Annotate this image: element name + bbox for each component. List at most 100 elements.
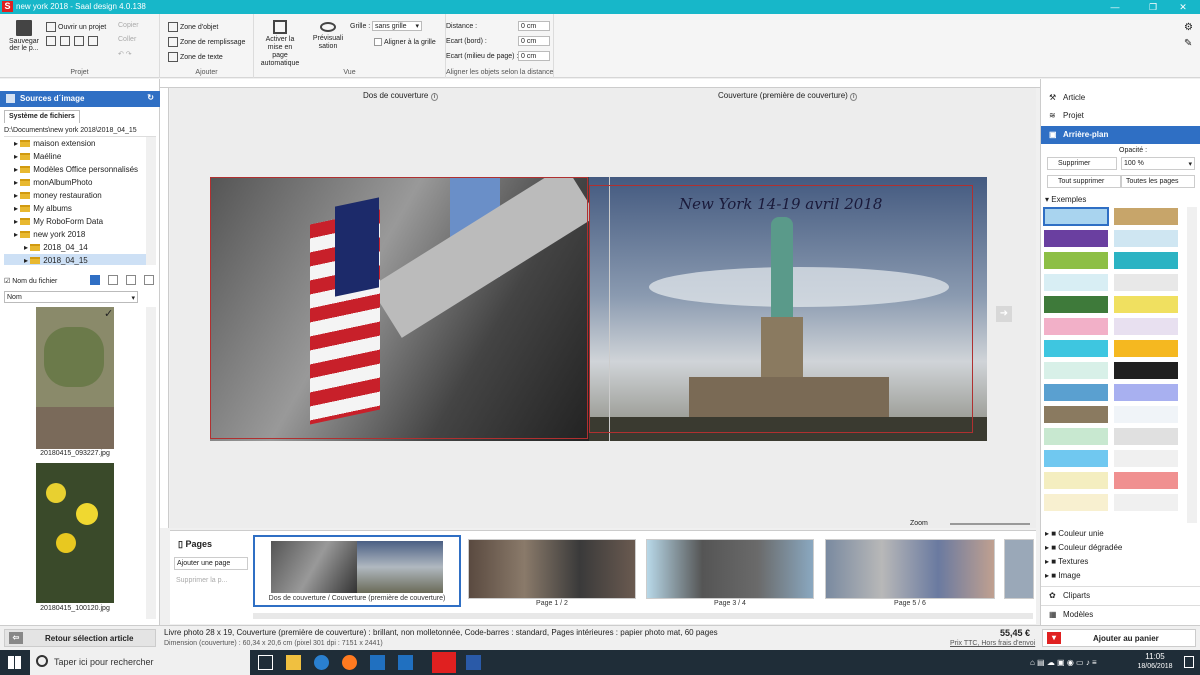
edge-browser-icon[interactable] — [314, 655, 329, 670]
background-swatch[interactable] — [1113, 405, 1179, 424]
view-grid-icon[interactable] — [108, 275, 118, 285]
next-page-arrow-icon[interactable]: ➜ — [996, 306, 1012, 322]
background-swatch[interactable] — [1113, 317, 1179, 336]
outlook-icon[interactable] — [398, 655, 413, 670]
delete-page-button[interactable]: Supprimer la p... — [174, 575, 248, 588]
back-cover-photo[interactable] — [210, 177, 589, 441]
saal-design-icon[interactable] — [432, 652, 456, 673]
undo-redo-buttons[interactable]: ↶ ↷ — [118, 50, 132, 58]
info-icon[interactable]: i — [430, 93, 438, 101]
view-large-icon[interactable] — [90, 275, 100, 285]
tree-scrollbar[interactable] — [146, 137, 156, 265]
background-swatch[interactable] — [1043, 493, 1109, 512]
background-swatch[interactable] — [1043, 207, 1109, 226]
background-swatch[interactable] — [1113, 449, 1179, 468]
info-icon[interactable]: i — [850, 93, 858, 101]
file-explorer-icon[interactable] — [286, 655, 301, 670]
pages-scrollbar[interactable] — [253, 613, 1033, 619]
projet-item[interactable]: ≋ Projet — [1041, 107, 1200, 125]
background-swatch[interactable] — [1043, 361, 1109, 380]
background-swatch[interactable] — [1043, 317, 1109, 336]
save-button[interactable]: Sauvegar der le p... — [6, 20, 42, 52]
background-section[interactable]: ▸ ■ Textures — [1045, 555, 1195, 569]
page-thumb-1-2[interactable] — [468, 539, 636, 599]
view-small-icon[interactable] — [126, 275, 136, 285]
background-swatch[interactable] — [1043, 251, 1109, 270]
wrench-icon[interactable]: ✎ — [1184, 38, 1192, 49]
background-swatch[interactable] — [1043, 405, 1109, 424]
modeles-item[interactable]: ▦ Modèles — [1041, 605, 1200, 623]
exemples-header[interactable]: ▾ Exemples — [1045, 195, 1086, 204]
outlook-icon[interactable] — [370, 655, 385, 670]
background-swatch[interactable] — [1113, 383, 1179, 402]
add-page-button[interactable]: Ajouter une page — [174, 557, 248, 570]
thumbnail-image[interactable] — [36, 463, 114, 603]
align-grid-checkbox[interactable]: Aligner à la grille — [374, 38, 436, 46]
tree-item[interactable]: ▸ 2018_04_14 — [4, 241, 146, 254]
background-swatch[interactable] — [1113, 207, 1179, 226]
show-filename-checkbox[interactable]: ☑ Nom du fichier — [4, 277, 57, 285]
close-button[interactable]: ✕ — [1166, 0, 1200, 14]
opacity-select[interactable]: 100 % ▾ — [1121, 157, 1195, 170]
background-swatch[interactable] — [1113, 471, 1179, 490]
task-view-icon[interactable] — [258, 655, 273, 670]
zoom-slider[interactable] — [950, 523, 1030, 525]
gear-icon[interactable]: ⚙ — [1184, 22, 1193, 33]
notification-icon[interactable] — [1184, 656, 1194, 668]
paste-button[interactable]: Coller — [118, 36, 136, 43]
view-list-icon[interactable] — [144, 275, 154, 285]
background-swatch[interactable] — [1043, 383, 1109, 402]
front-cover-photo[interactable]: New York 14-19 avril 2018 — [589, 177, 987, 441]
background-section[interactable]: ▸ ■ Couleur unie — [1045, 527, 1195, 541]
tray-icons[interactable]: ⌂ ▤ ☁ ▣ ◉ ▭ ♪ ≡ — [1030, 658, 1097, 667]
windows-start-icon[interactable] — [8, 656, 21, 669]
background-section[interactable]: ▸ ■ Couleur dégradée — [1045, 541, 1195, 555]
minimize-button[interactable]: — — [1098, 0, 1132, 14]
tree-item[interactable]: ▸ My RoboForm Data — [4, 215, 146, 228]
background-swatch[interactable] — [1113, 493, 1179, 512]
zone-texte-button[interactable]: Zone de texte — [168, 52, 223, 62]
auto-layout-button[interactable]: Activer la mise en page automatique — [260, 20, 300, 68]
back-selection-button[interactable]: ⇦ Retour sélection article — [4, 629, 156, 647]
background-swatch[interactable] — [1113, 295, 1179, 314]
background-swatch[interactable] — [1113, 361, 1179, 380]
swatch-grid[interactable] — [1043, 207, 1185, 523]
article-item[interactable]: ⚒ Article — [1041, 89, 1200, 107]
tree-item[interactable]: ▸ new york 2018 — [4, 228, 146, 241]
tree-item[interactable]: ▸ monAlbumPhoto — [4, 176, 146, 189]
swatch-scrollbar[interactable] — [1187, 207, 1197, 523]
background-swatch[interactable] — [1113, 427, 1179, 446]
copy-button[interactable]: Copier — [118, 22, 139, 29]
folder-tree[interactable]: ▸ maison extension ▸ Maéline ▸ Modèles Off… — [4, 137, 146, 265]
preview-button[interactable]: Prévisuali sation — [308, 22, 348, 51]
background-swatch[interactable] — [1113, 273, 1179, 292]
tree-item[interactable]: ▸ Modèles Office personnalisés — [4, 163, 146, 176]
edge-spinner[interactable]: 0 cm — [518, 36, 550, 46]
background-swatch[interactable] — [1043, 295, 1109, 314]
tree-item[interactable]: ▸ My albums — [4, 202, 146, 215]
sort-select[interactable]: Nom ▾ — [4, 291, 138, 303]
design-canvas[interactable]: Dos de couverture i Couverture (première… — [170, 88, 1036, 528]
add-to-cart-button[interactable]: ▾ Ajouter au panier — [1042, 629, 1196, 647]
middle-spinner[interactable]: 0 cm — [518, 51, 550, 61]
tout-supprimer-button[interactable]: Tout supprimer — [1047, 175, 1121, 188]
supprimer-button[interactable]: Supprimer — [1047, 157, 1117, 170]
background-swatch[interactable] — [1043, 273, 1109, 292]
word-icon[interactable] — [466, 655, 481, 670]
open-project-button[interactable]: Ouvrir un projet — [46, 22, 106, 32]
background-swatch[interactable] — [1113, 339, 1179, 358]
page-thumb-3-4[interactable] — [646, 539, 814, 599]
background-swatch[interactable] — [1043, 427, 1109, 446]
grid-select[interactable]: sans grille ▾ — [372, 21, 422, 31]
thumbnail-image[interactable] — [36, 307, 114, 449]
firefox-icon[interactable] — [342, 655, 357, 670]
zone-objet-button[interactable]: Zone d'objet — [168, 22, 218, 32]
background-swatch[interactable] — [1043, 471, 1109, 490]
distance-spinner[interactable]: 0 cm — [518, 21, 550, 31]
background-swatch[interactable] — [1043, 229, 1109, 248]
arriere-plan-item[interactable]: ▣ Arrière-plan — [1041, 126, 1200, 144]
page-thumb-cover[interactable]: Dos de couverture / Couverture (première… — [253, 535, 461, 607]
background-swatch[interactable] — [1043, 449, 1109, 468]
thumbnail-list[interactable]: ✓ 20180415_093227.jpg 20180415_100120.jp… — [4, 307, 146, 619]
background-swatch[interactable] — [1113, 229, 1179, 248]
